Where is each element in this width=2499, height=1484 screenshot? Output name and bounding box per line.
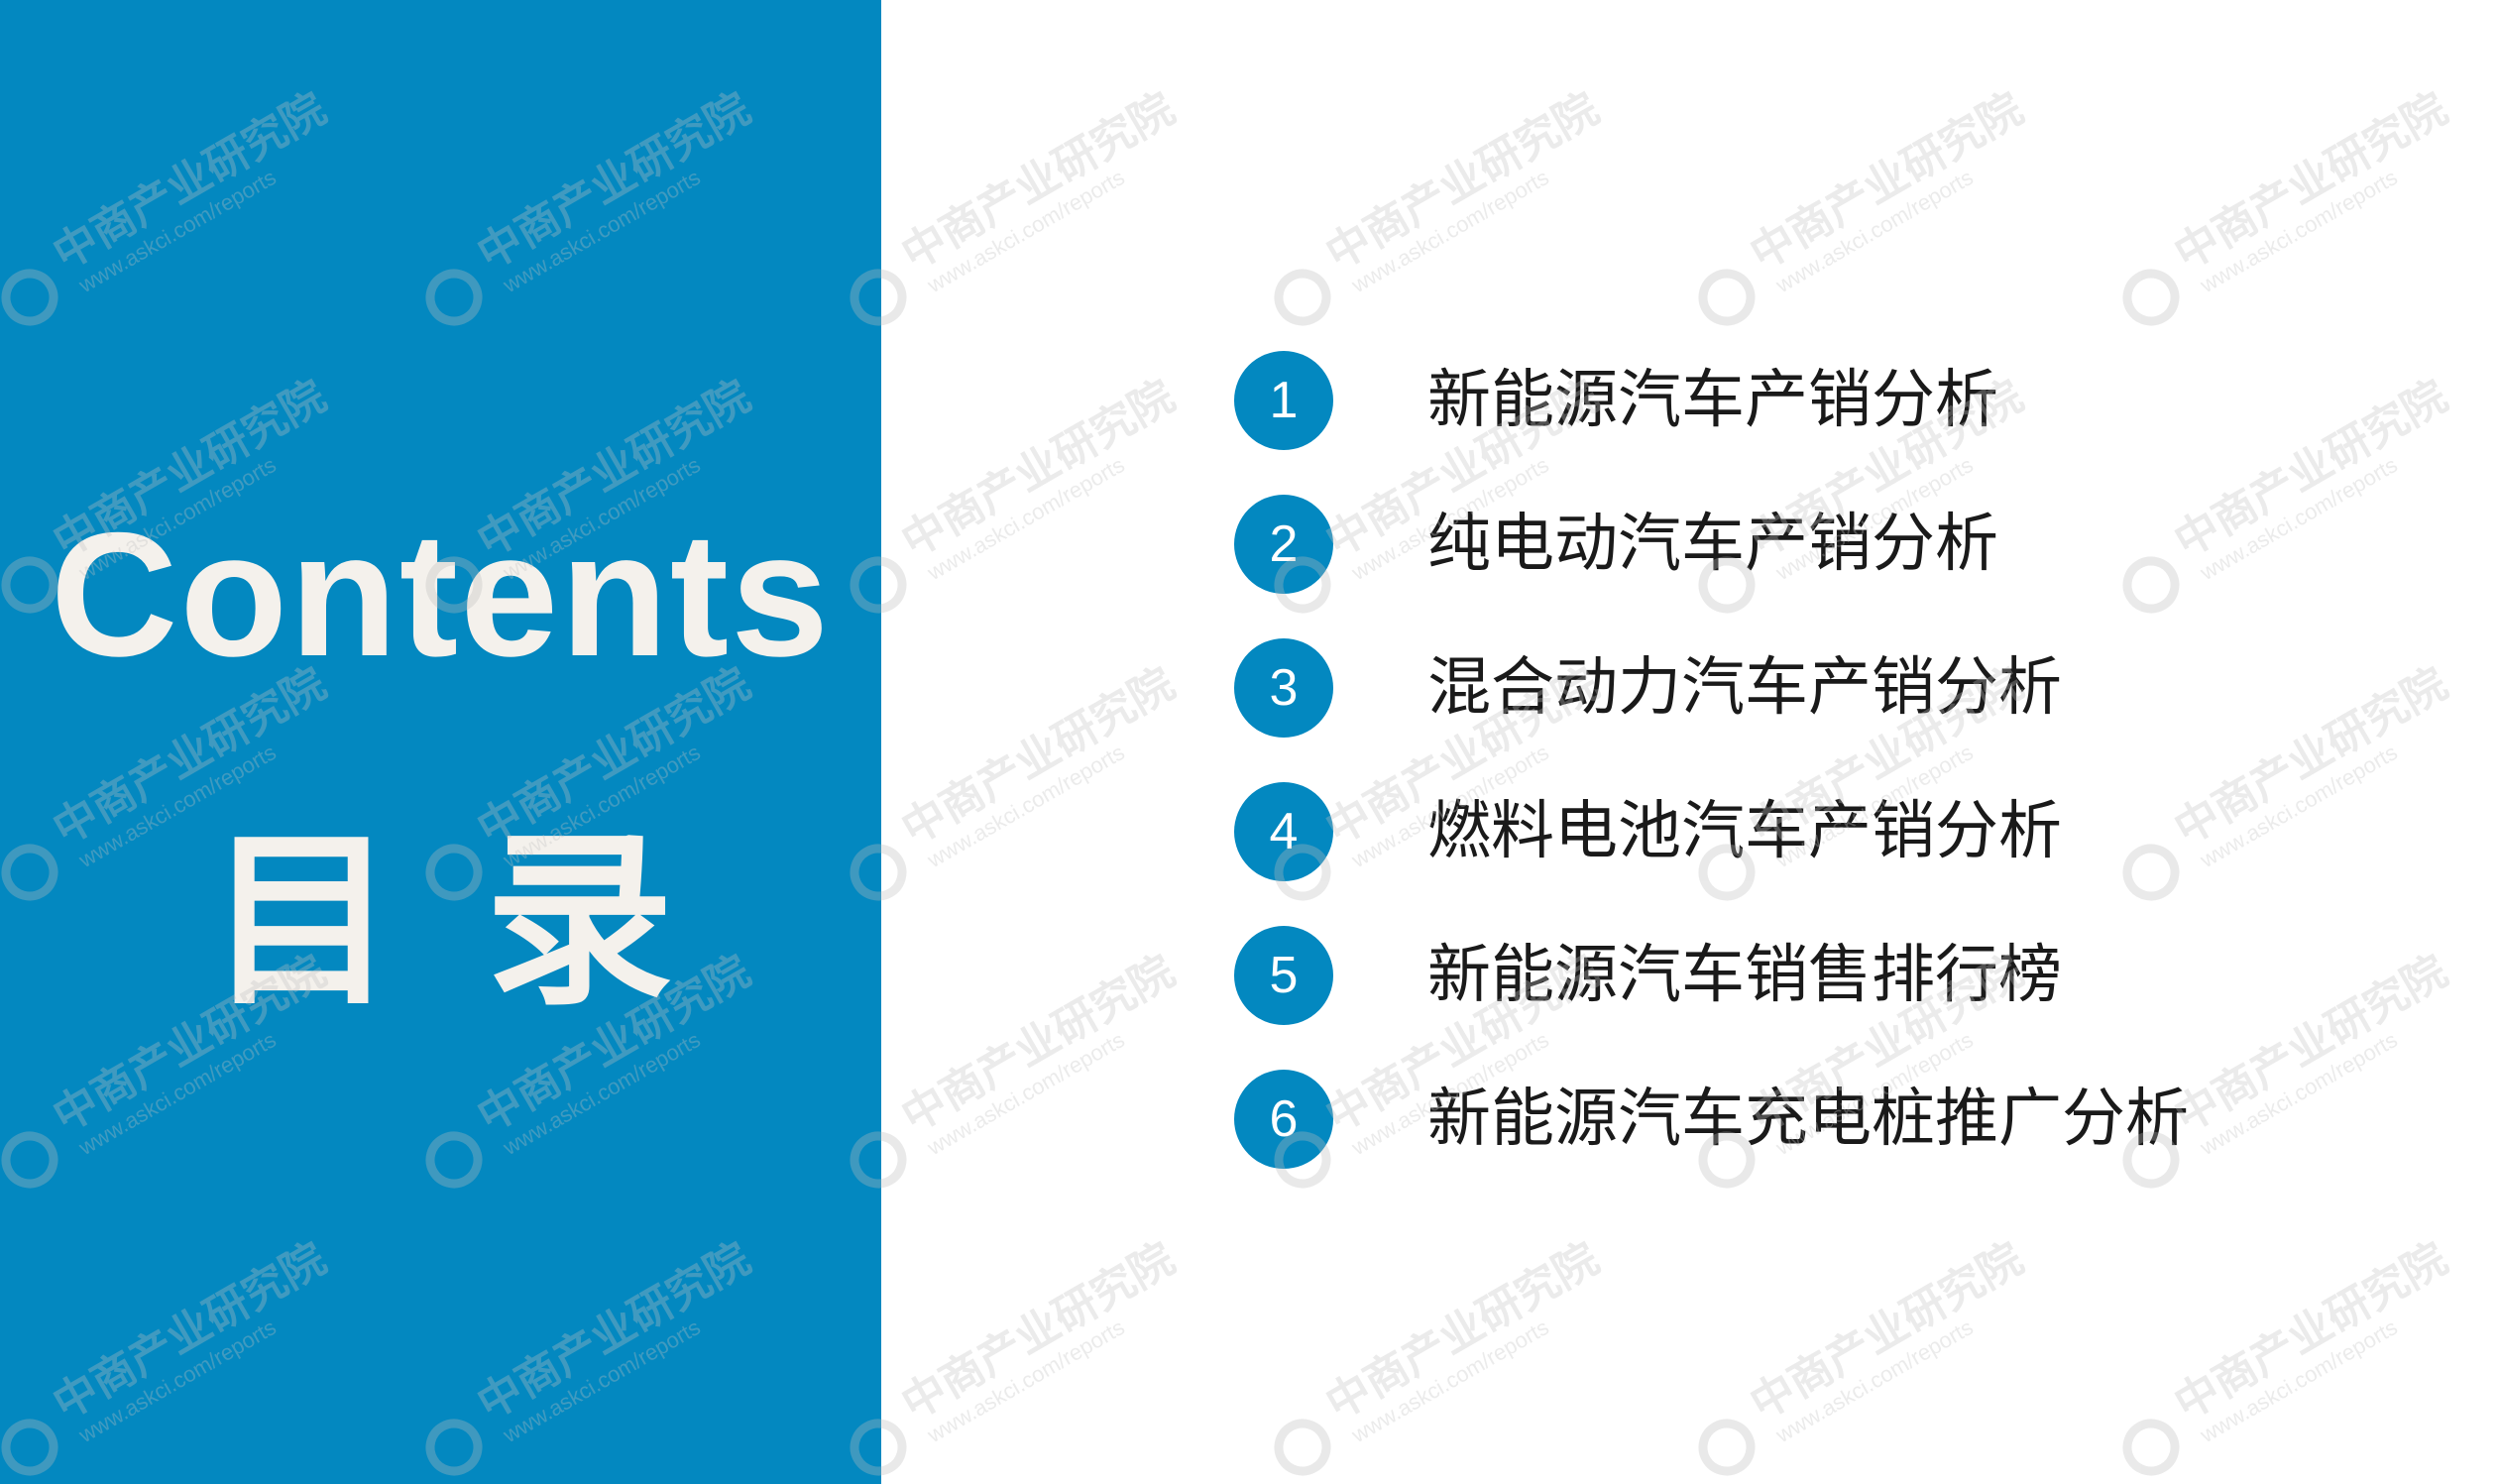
svg-text:中商产业研究院: 中商产业研究院 <box>2166 1233 2455 1429</box>
svg-text:www.askci.com/reports: www.askci.com/reports <box>1770 1314 1977 1448</box>
svg-text:中商产业研究院: 中商产业研究院 <box>893 83 1183 280</box>
svg-text:中商产业研究院: 中商产业研究院 <box>893 658 1183 855</box>
toc-item-2[interactable]: 2 纯电动汽车产销分析 <box>1234 495 2453 594</box>
contents-slide: Contents 目录 1 新能源汽车产销分析 2 纯电动汽车产销分析 3 混合… <box>0 0 2499 1484</box>
svg-text:www.askci.com/reports: www.askci.com/reports <box>922 1314 1128 1448</box>
contents-heading: Contents <box>50 496 832 693</box>
toc-item-label: 混合动力汽车产销分析 <box>1427 651 2062 725</box>
svg-text:www.askci.com/reports: www.askci.com/reports <box>922 1027 1128 1161</box>
svg-text:www.askci.com/reports: www.askci.com/reports <box>1770 165 1977 298</box>
askci-logo-icon <box>1698 269 1756 326</box>
watermark-stamp: 中商产业研究院www.askci.com/reports <box>850 658 1183 901</box>
svg-text:www.askci.com/reports: www.askci.com/reports <box>1346 1314 1552 1448</box>
watermark-stamp: 中商产业研究院www.askci.com/reports <box>1698 83 2031 326</box>
watermark-stamp: 中商产业研究院www.askci.com/reports <box>850 946 1183 1189</box>
watermark-stamp: 中商产业研究院www.askci.com/reports <box>850 83 1183 326</box>
table-of-contents: 1 新能源汽车产销分析 2 纯电动汽车产销分析 3 混合动力汽车产销分析 4 燃… <box>1234 351 2453 1213</box>
toc-item-label: 燃料电池汽车产销分析 <box>1427 795 2062 868</box>
watermark-stamp: 中商产业研究院www.askci.com/reports <box>850 1233 1183 1476</box>
watermark-stamp: 中商产业研究院www.askci.com/reports <box>1274 1233 1607 1476</box>
watermark-stamp: 中商产业研究院www.askci.com/reports <box>2122 1233 2455 1476</box>
watermark-stamp: 中商产业研究院www.askci.com/reports <box>1274 83 1607 326</box>
svg-text:中商产业研究院: 中商产业研究院 <box>893 371 1183 567</box>
askci-logo-icon <box>1698 1419 1756 1476</box>
svg-text:www.askci.com/reports: www.askci.com/reports <box>1346 165 1552 298</box>
toc-item-5[interactable]: 5 新能源汽车销售排行榜 <box>1234 926 2453 1025</box>
contents-heading-cn: 目录 <box>207 812 763 1031</box>
left-title-panel: Contents 目录 <box>0 0 881 1484</box>
toc-item-3[interactable]: 3 混合动力汽车产销分析 <box>1234 638 2453 738</box>
svg-text:中商产业研究院: 中商产业研究院 <box>893 946 1183 1142</box>
svg-text:www.askci.com/reports: www.askci.com/reports <box>2195 1314 2401 1448</box>
askci-logo-icon <box>2122 1419 2180 1476</box>
askci-logo-icon <box>1274 269 1331 326</box>
svg-text:www.askci.com/reports: www.askci.com/reports <box>922 452 1128 586</box>
svg-text:中商产业研究院: 中商产业研究院 <box>2166 83 2455 280</box>
toc-item-label: 纯电动汽车产销分析 <box>1427 508 1998 581</box>
svg-text:中商产业研究院: 中商产业研究院 <box>1317 83 1607 280</box>
toc-number-badge: 1 <box>1234 351 1333 450</box>
svg-text:中商产业研究院: 中商产业研究院 <box>893 1233 1183 1429</box>
toc-number-badge: 2 <box>1234 495 1333 594</box>
toc-number-badge: 4 <box>1234 782 1333 881</box>
askci-logo-icon <box>2122 269 2180 326</box>
toc-item-6[interactable]: 6 新能源汽车充电桩推广分析 <box>1234 1070 2453 1169</box>
watermark-stamp: 中商产业研究院www.askci.com/reports <box>2122 83 2455 326</box>
askci-logo-icon <box>1274 1419 1331 1476</box>
toc-item-label: 新能源汽车产销分析 <box>1427 364 1998 437</box>
svg-text:中商产业研究院: 中商产业研究院 <box>1742 1233 2031 1429</box>
toc-item-4[interactable]: 4 燃料电池汽车产销分析 <box>1234 782 2453 881</box>
toc-item-1[interactable]: 1 新能源汽车产销分析 <box>1234 351 2453 450</box>
toc-item-label: 新能源汽车销售排行榜 <box>1427 939 2062 1012</box>
svg-text:www.askci.com/reports: www.askci.com/reports <box>922 165 1128 298</box>
toc-number-badge: 5 <box>1234 926 1333 1025</box>
toc-number-badge: 6 <box>1234 1070 1333 1169</box>
svg-text:中商产业研究院: 中商产业研究院 <box>1742 83 2031 280</box>
toc-number-badge: 3 <box>1234 638 1333 738</box>
watermark-stamp: 中商产业研究院www.askci.com/reports <box>850 371 1183 614</box>
svg-text:中商产业研究院: 中商产业研究院 <box>1317 1233 1607 1429</box>
toc-item-label: 新能源汽车充电桩推广分析 <box>1427 1083 2189 1156</box>
watermark-stamp: 中商产业研究院www.askci.com/reports <box>1698 1233 2031 1476</box>
svg-text:www.askci.com/reports: www.askci.com/reports <box>922 740 1128 873</box>
svg-text:www.askci.com/reports: www.askci.com/reports <box>2195 165 2401 298</box>
